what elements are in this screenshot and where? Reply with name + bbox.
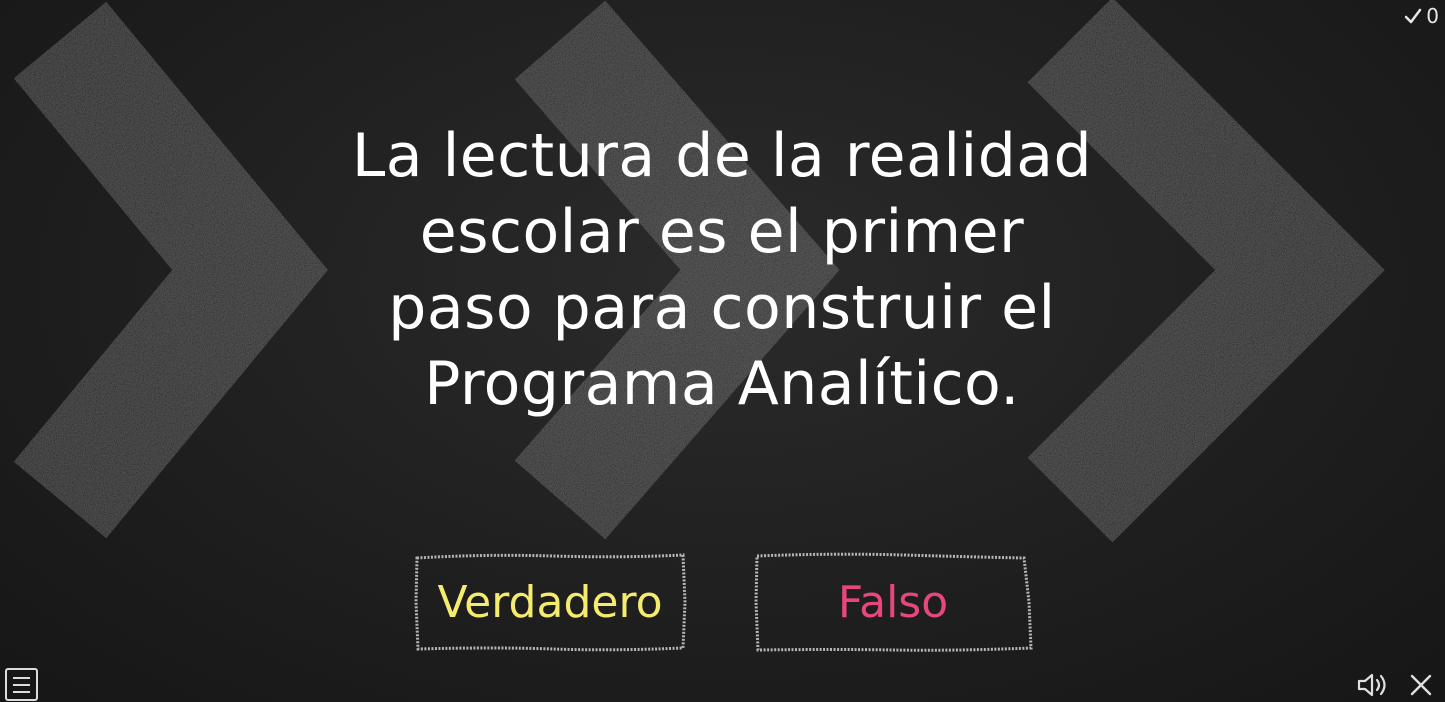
question-line: paso para construir el — [388, 273, 1056, 343]
false-answer-button[interactable]: Falso — [754, 552, 1033, 652]
menu-bar — [13, 676, 30, 679]
false-answer-label: Falso — [837, 576, 949, 628]
true-answer-label: Verdadero — [437, 576, 663, 628]
score-counter: 0 — [1404, 4, 1439, 28]
question-line: La lectura de la realidad — [351, 121, 1093, 191]
menu-bar — [13, 690, 30, 693]
menu-bar — [13, 683, 30, 686]
check-icon — [1405, 8, 1422, 24]
hamburger-menu-icon[interactable] — [5, 668, 38, 701]
speaker-icon[interactable] — [1356, 670, 1390, 700]
game-stage: 0 La lectura de la realidad escolar es e… — [0, 0, 1445, 702]
score-value: 0 — [1426, 4, 1439, 28]
question-line: Programa Analítico. — [424, 349, 1020, 419]
true-answer-button[interactable]: Verdadero — [413, 552, 687, 652]
question-text: La lectura de la realidad escolar es el … — [322, 118, 1122, 422]
question-line: escolar es el primer — [419, 197, 1025, 267]
close-icon[interactable] — [1408, 672, 1434, 698]
